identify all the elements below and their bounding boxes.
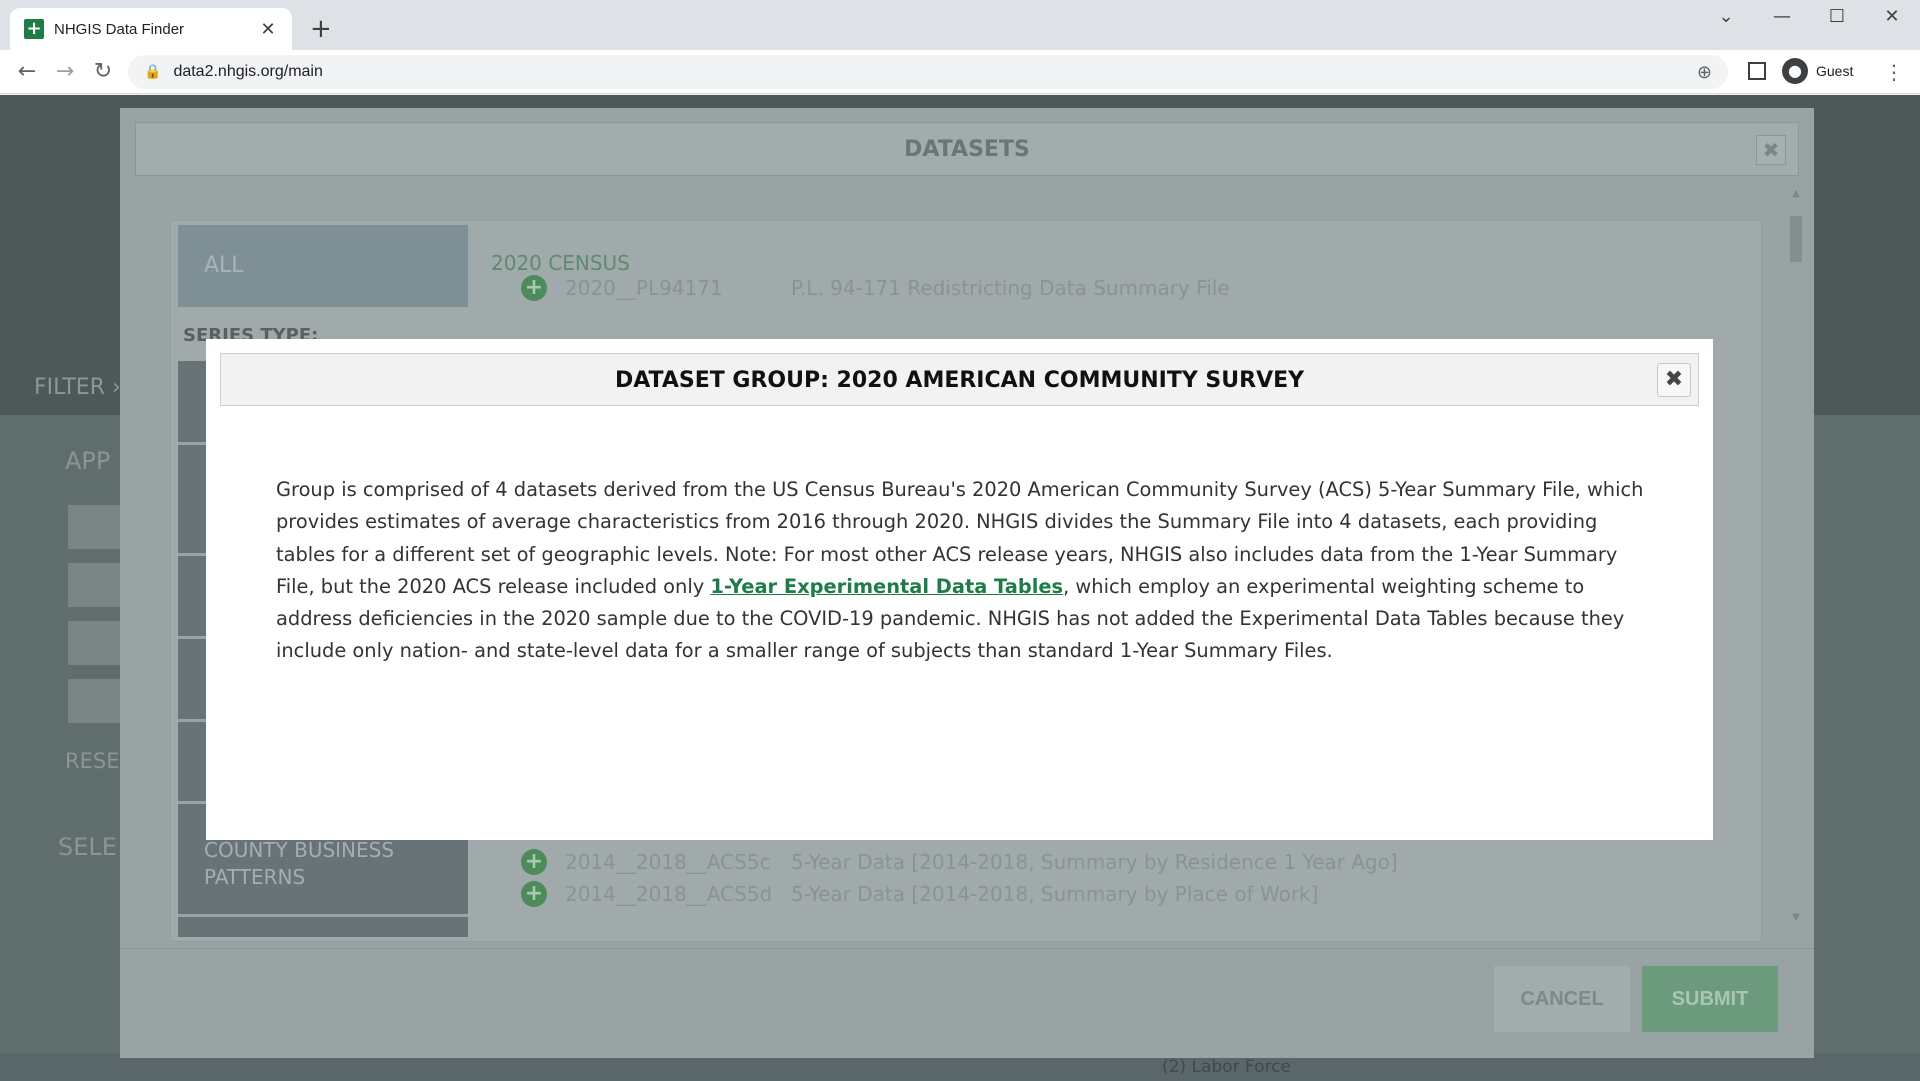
reload-icon[interactable]: ↻	[89, 58, 117, 86]
dataset-code: 2014__2018__ACS5c	[565, 850, 771, 874]
series-divider	[178, 914, 468, 917]
add-dataset-icon[interactable]: +	[521, 881, 547, 907]
url-text: data2.nhgis.org/main	[173, 63, 323, 80]
experimental-data-tables-link[interactable]: 1-Year Experimental Data Tables	[710, 575, 1063, 598]
browser-toolbar: ← → ↻ 🔒 data2.nhgis.org/main ⊕ ● Guest ⋮	[0, 50, 1920, 94]
browser-tabstrip: + NHGIS Data Finder ✕ + ⌄ — ☐ ✕	[0, 0, 1920, 50]
dataset-row[interactable]: + 2014__2018__ACS5c 5-Year Data [2014-20…	[521, 849, 1398, 875]
lock-icon: 🔒	[144, 64, 162, 80]
minimize-icon[interactable]: —	[1762, 6, 1802, 27]
avatar-icon: ●	[1782, 58, 1808, 84]
dataset-description: P.L. 94-171 Redistricting Data Summary F…	[791, 276, 1230, 300]
dataset-row[interactable]: + 2020__PL94171 P.L. 94-171 Redistrictin…	[521, 275, 1230, 301]
dialog-description: Group is comprised of 4 datasets derived…	[276, 474, 1656, 668]
scroll-down-icon[interactable]: ▼	[1788, 912, 1804, 923]
dialog-title: DATASET GROUP: 2020 AMERICAN COMMUNITY S…	[614, 368, 1305, 393]
add-dataset-icon[interactable]: +	[521, 275, 547, 301]
datasets-modal-title: DATASETS	[904, 137, 1030, 162]
datasets-modal-header: DATASETS ✖	[135, 122, 1799, 176]
new-tab-button[interactable]: +	[310, 14, 332, 44]
scroll-thumb[interactable]	[1790, 216, 1802, 262]
browser-menu-icon[interactable]: ⋮	[1884, 60, 1904, 84]
submit-button[interactable]: SUBMIT	[1642, 966, 1778, 1032]
dataset-description: 5-Year Data [2014-2018, Summary by Place…	[791, 882, 1319, 906]
filter-button-4	[68, 679, 128, 723]
datasets-footer-divider	[120, 948, 1814, 949]
tab-all[interactable]: ALL	[178, 225, 468, 307]
filter-button-1	[68, 505, 128, 549]
apply-label: APP	[65, 447, 111, 475]
datasets-close-icon[interactable]: ✖	[1756, 135, 1786, 165]
nhgis-favicon-icon: +	[24, 19, 44, 39]
dialog-header: DATASET GROUP: 2020 AMERICAN COMMUNITY S…	[220, 353, 1699, 406]
select-label: SELE	[58, 833, 117, 861]
maximize-icon[interactable]: ☐	[1817, 6, 1857, 27]
filter-label: FILTER ›	[34, 375, 121, 400]
filter-button-3	[68, 621, 128, 665]
reset-label: RESE	[65, 749, 120, 773]
dataset-code: 2014__2018__ACS5d	[565, 882, 773, 906]
datasets-scrollbar[interactable]: ▲ ▼	[1788, 188, 1804, 928]
forward-arrow-icon[interactable]: →	[51, 58, 79, 86]
address-bar[interactable]: 🔒 data2.nhgis.org/main ⊕	[128, 55, 1728, 89]
dataset-row[interactable]: + 2014__2018__ACS5d 5-Year Data [2014-20…	[521, 881, 1318, 907]
dialog-close-icon[interactable]: ✖	[1657, 363, 1691, 397]
dataset-group-2020-census[interactable]: 2020 CENSUS	[491, 251, 630, 275]
cancel-button[interactable]: CANCEL	[1494, 966, 1630, 1032]
side-panel-icon[interactable]	[1748, 62, 1766, 80]
filter-button-2	[68, 563, 128, 607]
browser-tab[interactable]: + NHGIS Data Finder ✕	[10, 8, 292, 50]
window-close-icon[interactable]: ✕	[1872, 6, 1912, 27]
profile-name: Guest	[1816, 63, 1854, 79]
dataset-group-dialog: DATASET GROUP: 2020 AMERICAN COMMUNITY S…	[206, 339, 1713, 840]
back-arrow-icon[interactable]: ←	[13, 58, 41, 86]
add-dataset-icon[interactable]: +	[521, 849, 547, 875]
zoom-icon[interactable]: ⊕	[1697, 62, 1712, 83]
dataset-description: 5-Year Data [2014-2018, Summary by Resid…	[791, 850, 1398, 874]
tab-close-icon[interactable]: ✕	[258, 19, 278, 40]
tab-title: NHGIS Data Finder	[54, 20, 185, 38]
scroll-up-icon[interactable]: ▲	[1788, 188, 1804, 199]
bottom-table-label: (2) Labor Force	[1162, 1057, 1291, 1077]
profile-button[interactable]: ● Guest	[1782, 58, 1853, 84]
dataset-code: 2020__PL94171	[565, 276, 723, 300]
series-item-county-business-patterns[interactable]: COUNTY BUSINESS PATTERNS	[204, 837, 468, 891]
tab-search-chevron-icon[interactable]: ⌄	[1706, 6, 1746, 27]
